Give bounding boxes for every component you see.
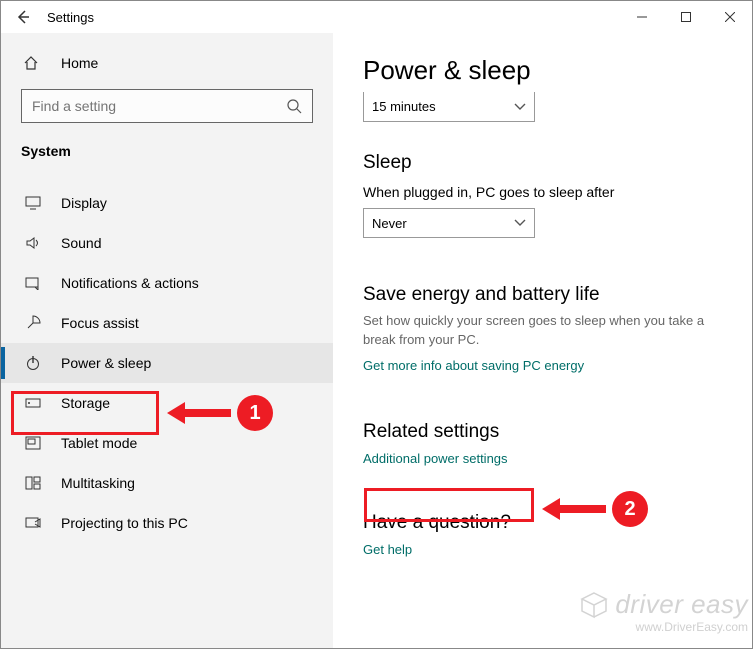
screen-timeout-value: 15 minutes (372, 99, 436, 114)
annotation-arrow-2: 2 (542, 491, 648, 527)
annotation-box-2 (364, 488, 534, 522)
related-heading: Related settings (363, 421, 722, 443)
sidebar-item-label: Display (61, 195, 107, 211)
sidebar-item-label: Projecting to this PC (61, 515, 188, 531)
chevron-down-icon (514, 103, 526, 111)
search-box[interactable] (21, 89, 313, 123)
sidebar-item-label: Focus assist (61, 315, 139, 331)
sleep-desc: When plugged in, PC goes to sleep after (363, 184, 722, 200)
question-link[interactable]: Get help (363, 542, 412, 557)
annotation-badge-1: 1 (237, 395, 273, 431)
energy-desc: Set how quickly your screen goes to slee… (363, 312, 722, 350)
maximize-button[interactable] (664, 2, 708, 32)
page-title: Power & sleep (363, 55, 722, 86)
sidebar-home-label: Home (61, 55, 98, 71)
power-icon (23, 355, 43, 371)
sidebar-item-label: Sound (61, 235, 101, 251)
watermark-url: www.DriverEasy.com (636, 620, 748, 634)
energy-heading: Save energy and battery life (363, 284, 722, 306)
focus-assist-icon (23, 315, 43, 331)
annotation-badge-2: 2 (612, 491, 648, 527)
close-button[interactable] (708, 2, 752, 32)
sleep-dropdown[interactable]: Never (363, 208, 535, 238)
tablet-icon (23, 436, 43, 450)
search-input[interactable] (32, 98, 286, 114)
window-title: Settings (47, 10, 94, 25)
sleep-value: Never (372, 216, 407, 231)
sidebar-item-multitasking[interactable]: Multitasking (1, 463, 333, 503)
screen-timeout-dropdown[interactable]: 15 minutes (363, 92, 535, 122)
minimize-button[interactable] (620, 2, 664, 32)
home-icon (23, 55, 43, 71)
sidebar-home[interactable]: Home (1, 47, 333, 79)
sidebar-item-label: Notifications & actions (61, 275, 199, 291)
sidebar-item-label: Power & sleep (61, 355, 151, 371)
notifications-icon (23, 276, 43, 290)
sidebar-group: System (1, 137, 333, 169)
sidebar-item-sound[interactable]: Sound (1, 223, 333, 263)
search-icon (286, 98, 302, 114)
energy-link[interactable]: Get more info about saving PC energy (363, 358, 584, 373)
related-link[interactable]: Additional power settings (363, 451, 508, 466)
sidebar-item-projecting[interactable]: Projecting to this PC (1, 503, 333, 543)
watermark-logo: driver easy (579, 589, 748, 620)
sleep-heading: Sleep (363, 152, 722, 174)
content-pane: Power & sleep 15 minutes Sleep When plug… (333, 33, 752, 648)
sidebar-item-notifications[interactable]: Notifications & actions (1, 263, 333, 303)
annotation-arrow-1: 1 (167, 395, 273, 431)
sidebar-item-display[interactable]: Display (1, 183, 333, 223)
back-button[interactable] (11, 5, 35, 29)
watermark-text: driver easy (615, 589, 748, 620)
cube-icon (579, 590, 609, 620)
sidebar-item-label: Tablet mode (61, 435, 137, 451)
sidebar: Home System Display Sound Notifications … (1, 33, 333, 648)
sidebar-item-focus-assist[interactable]: Focus assist (1, 303, 333, 343)
sidebar-item-label: Multitasking (61, 475, 135, 491)
sidebar-item-power-sleep[interactable]: Power & sleep (1, 343, 333, 383)
projecting-icon (23, 516, 43, 530)
chevron-down-icon (514, 219, 526, 227)
sound-icon (23, 236, 43, 250)
multitasking-icon (23, 476, 43, 490)
display-icon (23, 196, 43, 210)
annotation-box-1 (11, 391, 159, 435)
